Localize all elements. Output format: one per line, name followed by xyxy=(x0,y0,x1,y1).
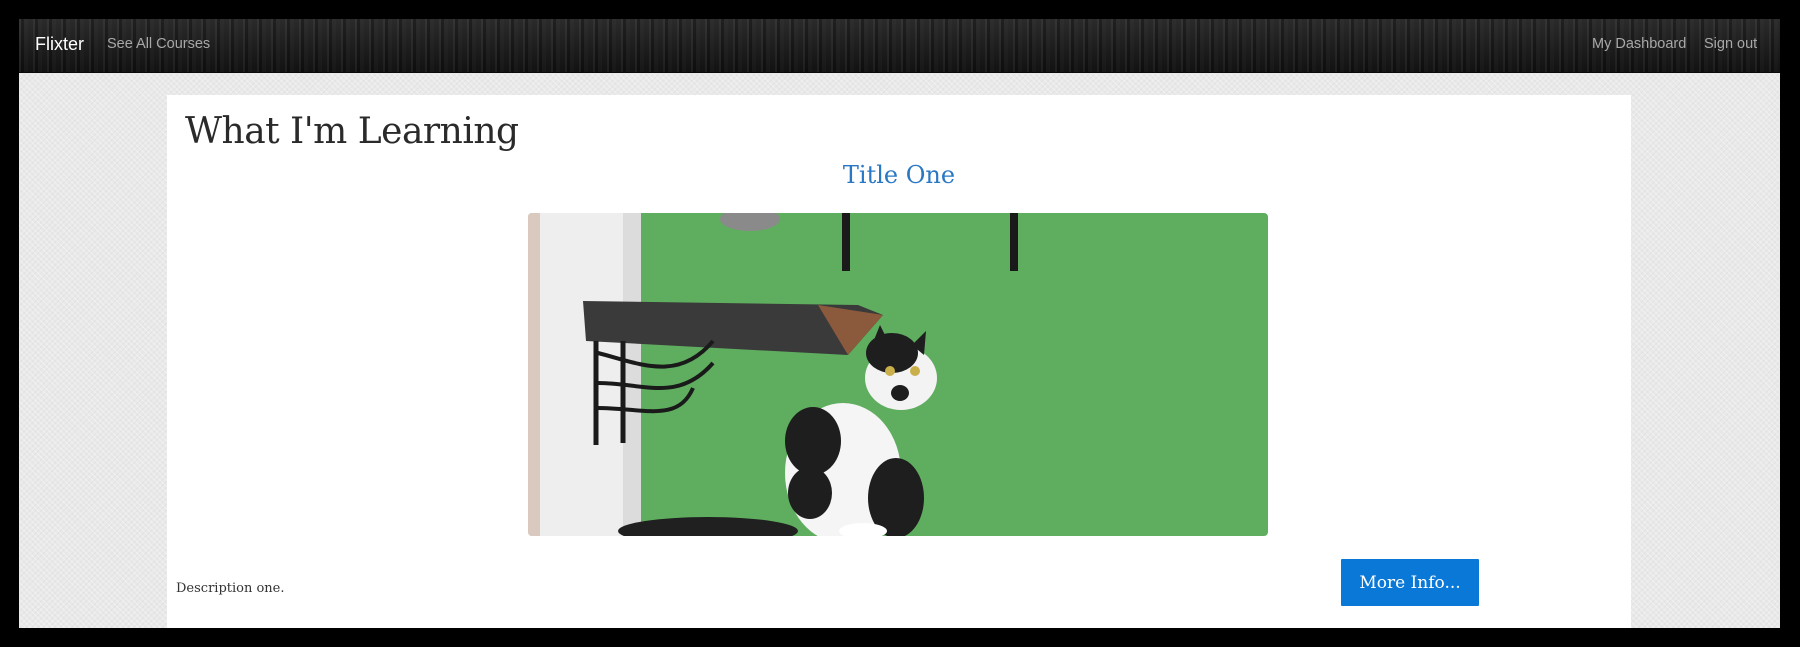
my-dashboard-link[interactable]: My Dashboard xyxy=(1592,36,1686,52)
page-title: What I'm Learning xyxy=(185,111,519,152)
course-image[interactable] xyxy=(528,213,1268,536)
content-panel: What I'm Learning Title One Description … xyxy=(167,95,1631,628)
see-all-courses-link[interactable]: See All Courses xyxy=(107,36,210,52)
sign-out-link[interactable]: Sign out xyxy=(1704,36,1757,52)
cat-photo xyxy=(528,213,1268,536)
top-navbar: Flixter See All Courses My Dashboard Sig… xyxy=(19,19,1780,73)
more-info-button[interactable]: More Info... xyxy=(1341,559,1479,606)
brand-link[interactable]: Flixter xyxy=(35,34,84,55)
app-frame: Flixter See All Courses My Dashboard Sig… xyxy=(19,19,1780,628)
course-title[interactable]: Title One xyxy=(167,161,1631,189)
course-description: Description one. xyxy=(176,581,285,596)
